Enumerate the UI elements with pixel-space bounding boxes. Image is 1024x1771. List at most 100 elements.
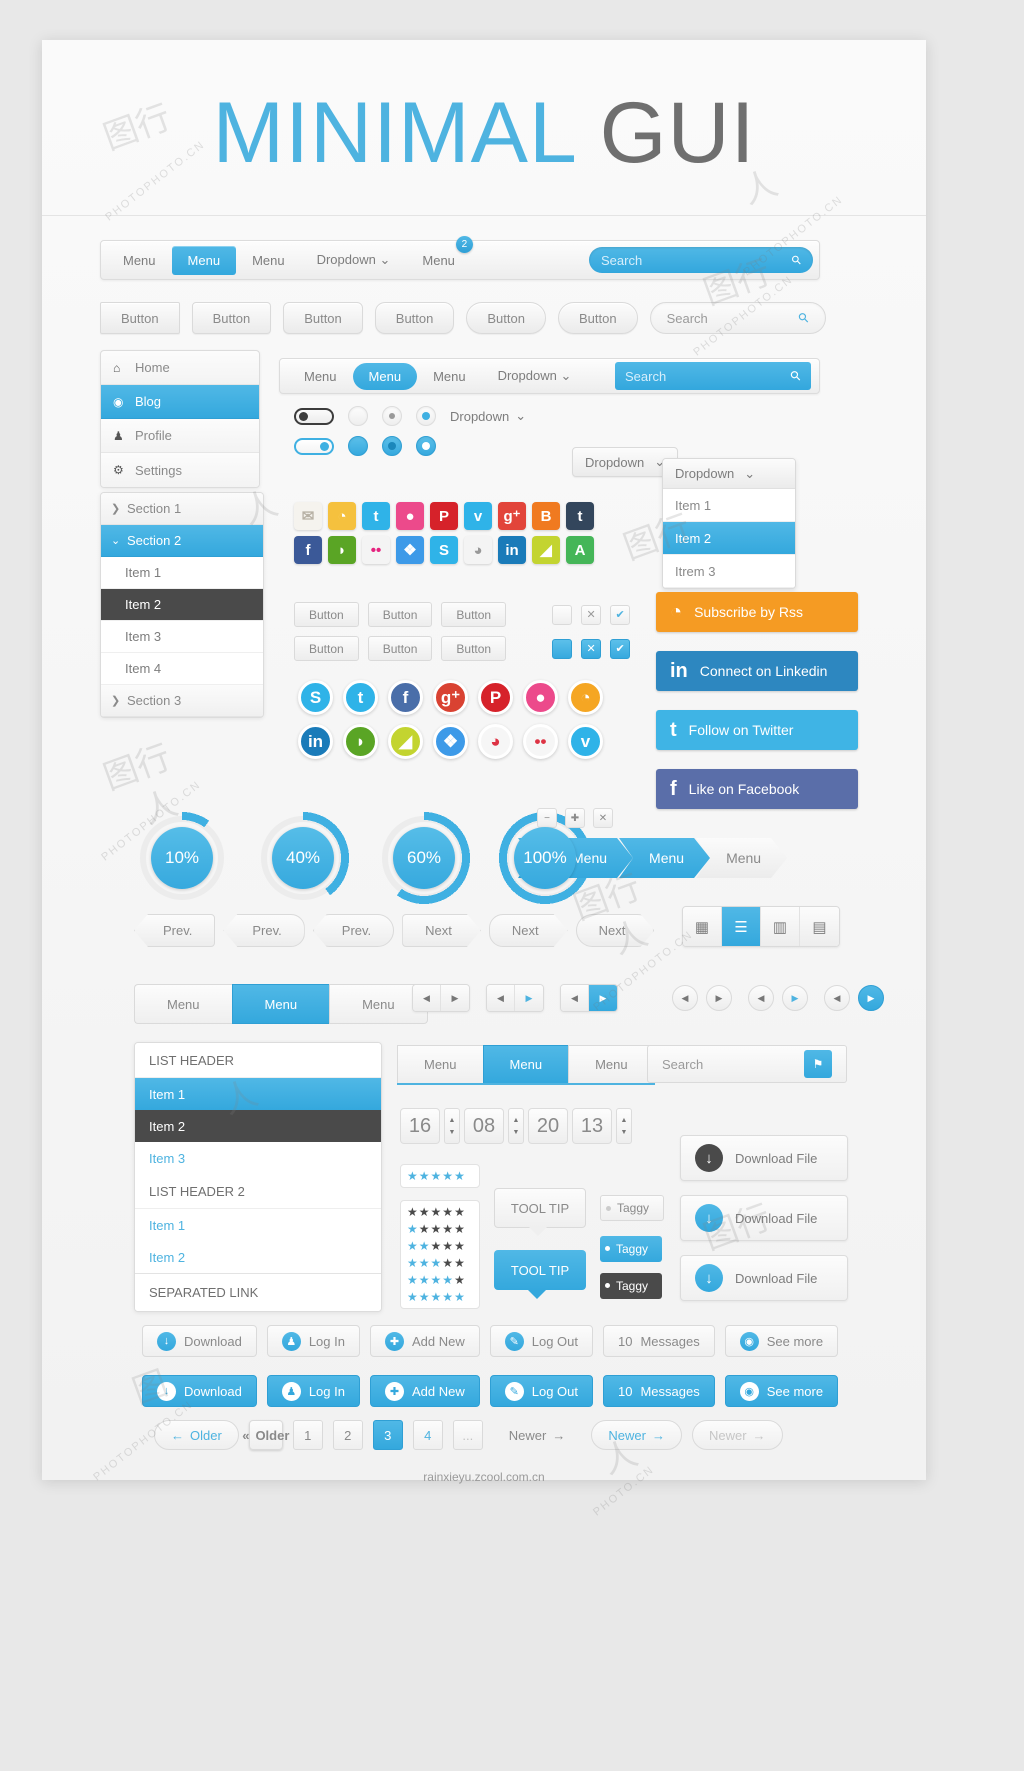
nav-item-2-active[interactable]: Menu (172, 246, 237, 275)
nav2-item-1[interactable]: Menu (288, 363, 353, 390)
star-icon[interactable]: ★ (419, 1290, 430, 1304)
social-square-pinterest-icon[interactable]: P (430, 502, 458, 530)
button-radius-4[interactable]: Button (466, 302, 546, 334)
star-icon[interactable]: ★ (419, 1222, 430, 1236)
pager-next-icon[interactable]: ▶ (441, 985, 469, 1011)
radio-filled-dot[interactable] (382, 436, 402, 456)
pager-next-icon-cyan[interactable]: ▶ (515, 985, 543, 1011)
social-round-dropbox-icon[interactable]: ❖ (433, 724, 468, 759)
checkbox-blue-empty[interactable] (552, 639, 572, 659)
pager-prev-icon[interactable]: ◀ (561, 985, 589, 1011)
radio-ring[interactable] (416, 436, 436, 456)
pager-prev-circle[interactable]: ◀ (672, 985, 698, 1011)
tab-2-active[interactable]: Menu (232, 984, 330, 1024)
hours-stepper[interactable]: ▲ ▼ (444, 1108, 460, 1144)
star-icon[interactable]: ★ (454, 1290, 465, 1304)
star-icon[interactable]: ★ (454, 1239, 465, 1253)
search-input-blue[interactable]: Search ⚲ (589, 247, 813, 273)
star-icon[interactable]: ★ (419, 1273, 430, 1287)
star-icon[interactable]: ★ (431, 1169, 442, 1183)
download-file-button[interactable]: ↓Download File (680, 1195, 848, 1241)
older-button-square[interactable]: « Older (249, 1420, 283, 1450)
mini-button[interactable]: Button (441, 602, 506, 627)
star-icon[interactable]: ★ (454, 1222, 465, 1236)
nav2-item-2-active[interactable]: Menu (353, 363, 418, 390)
social-square-skype-icon[interactable]: S (430, 536, 458, 564)
action-messages-button[interactable]: 10Messages (603, 1375, 715, 1407)
tag-dark[interactable]: Taggy (600, 1273, 662, 1299)
prev-button[interactable]: Prev. (134, 914, 215, 947)
tab4-1[interactable]: Menu (397, 1045, 483, 1083)
time-minutes[interactable]: 08 (464, 1108, 504, 1144)
next-button[interactable]: Next (402, 914, 481, 947)
social-square-blogger-icon[interactable]: B (532, 502, 560, 530)
pager-prev-circle[interactable]: ◀ (824, 985, 850, 1011)
checkbox-check[interactable]: ✔ (610, 605, 630, 625)
download-file-button[interactable]: ↓Download File (680, 1135, 848, 1181)
mini-button[interactable]: Button (368, 636, 433, 661)
search-input-grey[interactable]: Search ⚲ (650, 302, 826, 334)
social-round-twitter-icon[interactable]: t (343, 680, 378, 715)
accordion-section-2[interactable]: ⌄ Section 2 (101, 525, 263, 557)
star-icon[interactable]: ★ (431, 1290, 442, 1304)
social-round-pinterest-icon[interactable]: P (478, 680, 513, 715)
social-round-google-plus-icon[interactable]: g⁺ (433, 680, 468, 715)
dropdown-option[interactable]: Item 1 (663, 489, 795, 522)
toggle-switch-on[interactable] (294, 438, 334, 455)
star-row[interactable]: ★★★★★ (407, 1239, 473, 1253)
mini-button[interactable]: Button (368, 602, 433, 627)
nav-item-5-badged[interactable]: Menu 2 (406, 246, 471, 275)
pager-prev-circle[interactable]: ◀ (748, 985, 774, 1011)
column-view-icon[interactable]: ▥ (761, 907, 800, 946)
star-row[interactable]: ★★★★★ (407, 1169, 473, 1183)
prev-button[interactable]: Prev. (223, 914, 304, 947)
social-square-evernote-icon[interactable]: ◗ (328, 536, 356, 564)
mini-button[interactable]: Button (294, 602, 359, 627)
nav-item-dropdown[interactable]: Dropdown ⌄ (301, 245, 407, 275)
time-value-3[interactable]: 20 (528, 1108, 568, 1144)
action-log-out-button[interactable]: ✎Log Out (490, 1325, 593, 1357)
action-download-button[interactable]: ↓Download (142, 1325, 257, 1357)
page-number[interactable]: 2 (333, 1420, 363, 1450)
newer-plain[interactable]: Newer → (493, 1420, 582, 1450)
star-icon[interactable]: ★ (407, 1290, 418, 1304)
nav-item-1[interactable]: Menu (107, 246, 172, 275)
action-see-more-button[interactable]: ◉See more (725, 1325, 838, 1357)
checkbox-blue-check[interactable]: ✔ (610, 639, 630, 659)
star-icon[interactable]: ★ (454, 1273, 465, 1287)
star-icon[interactable]: ★ (454, 1256, 465, 1270)
star-icon[interactable]: ★ (419, 1239, 430, 1253)
star-icon[interactable]: ★ (431, 1256, 442, 1270)
star-row[interactable]: ★★★★★ (407, 1222, 473, 1236)
social-square-google-plus-icon[interactable]: g⁺ (498, 502, 526, 530)
button-radius-2[interactable]: Button (283, 302, 363, 334)
star-icon[interactable]: ★ (431, 1273, 442, 1287)
minus-button[interactable]: − (537, 808, 557, 828)
social-bar-twitter[interactable]: tFollow on Twitter (656, 710, 858, 750)
star-icon[interactable]: ★ (407, 1205, 418, 1219)
button-pill[interactable]: Button (558, 302, 638, 334)
pager-next-circle-active[interactable]: ▶ (858, 985, 884, 1011)
plus-button[interactable]: ✚ (565, 808, 585, 828)
star-row[interactable]: ★★★★★ (407, 1273, 473, 1287)
time-hours[interactable]: 16 (400, 1108, 440, 1144)
button-radius-1[interactable]: Button (192, 302, 272, 334)
social-square-twitter-icon[interactable]: t (362, 502, 390, 530)
detail-view-icon[interactable]: ▤ (800, 907, 839, 946)
accordion-item[interactable]: Item 1 (101, 557, 263, 589)
social-bar-linkedin[interactable]: inConnect on Linkedin (656, 651, 858, 691)
social-square-vimeo-icon[interactable]: v (464, 502, 492, 530)
checkbox-cross[interactable]: ✕ (581, 605, 601, 625)
pager-next-circle[interactable]: ▶ (706, 985, 732, 1011)
social-square-rss-icon[interactable]: ◔ (328, 502, 356, 530)
star-icon[interactable]: ★ (407, 1222, 418, 1236)
action-add-new-button[interactable]: ✚Add New (370, 1325, 480, 1357)
nav2-item-dropdown[interactable]: Dropdown ⌄ (482, 362, 588, 390)
social-square-tumblr-icon[interactable]: t (566, 502, 594, 530)
next-button[interactable]: Next (576, 914, 655, 947)
star-icon[interactable]: ★ (442, 1273, 453, 1287)
star-icon[interactable]: ★ (419, 1256, 430, 1270)
star-icon[interactable]: ★ (442, 1169, 453, 1183)
download-file-button[interactable]: ↓Download File (680, 1255, 848, 1301)
social-square-deviantart-icon[interactable]: ◢ (532, 536, 560, 564)
